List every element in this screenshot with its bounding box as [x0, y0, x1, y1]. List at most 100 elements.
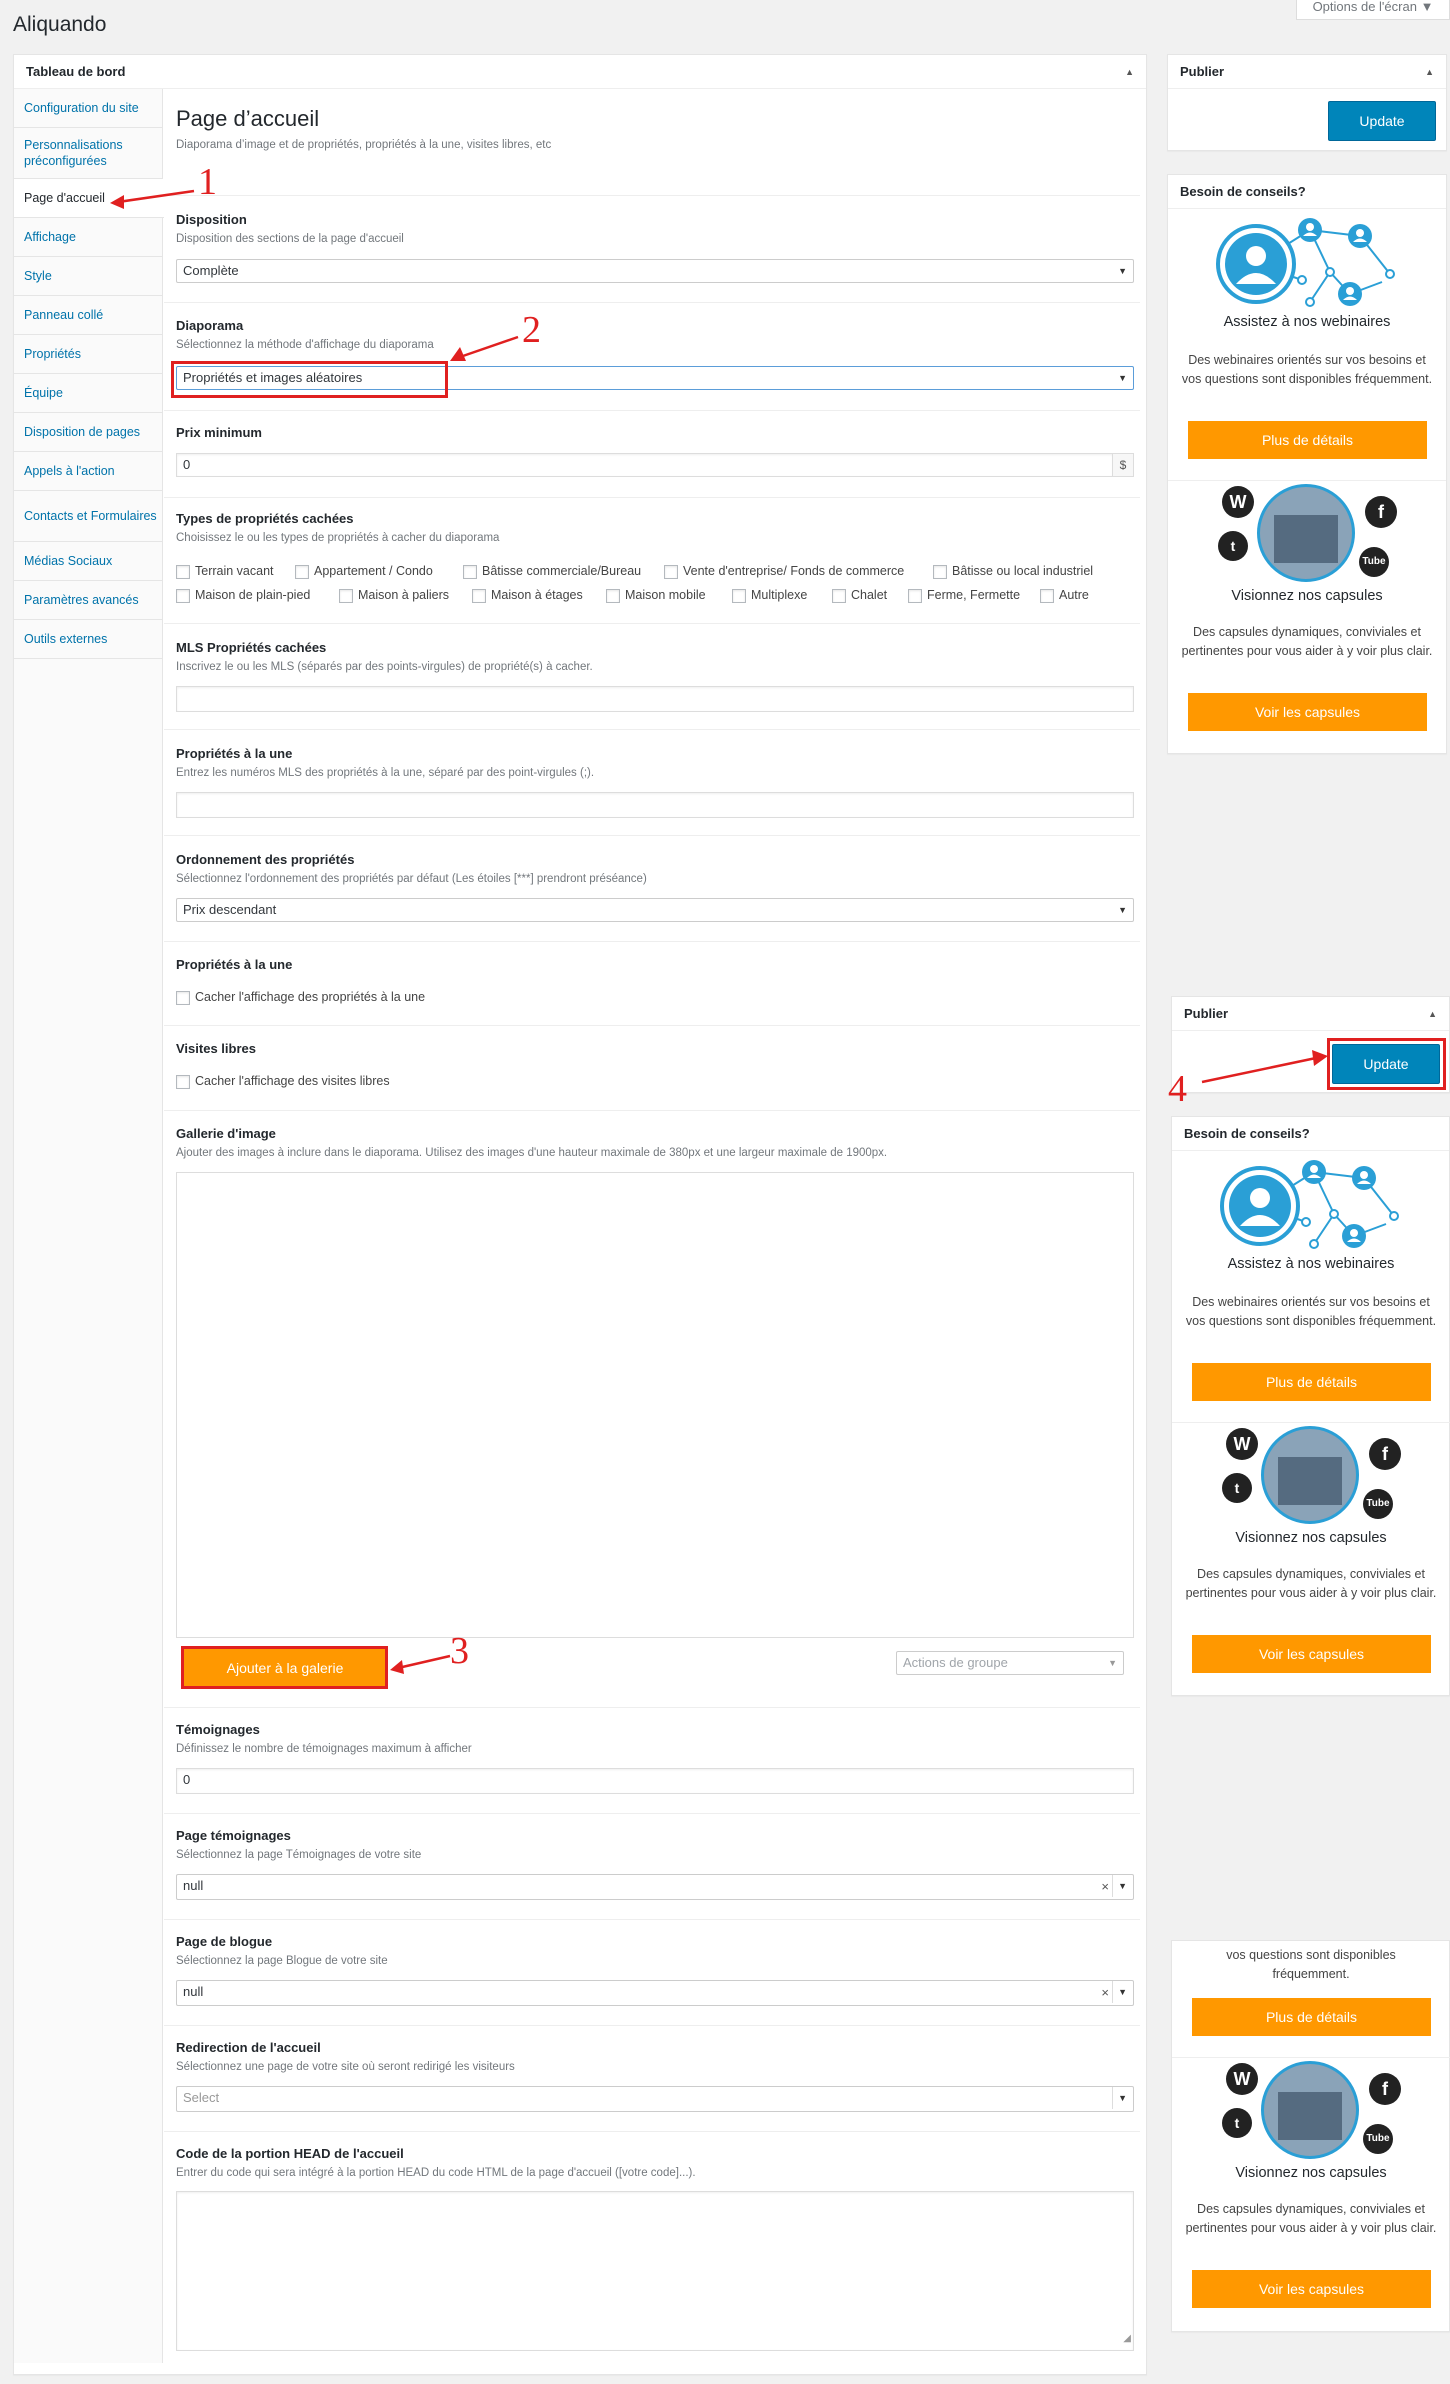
- type-checkbox[interactable]: Maison à étages: [472, 587, 583, 603]
- nav-item-configuration[interactable]: Configuration du site: [14, 89, 163, 128]
- nav-item-contacts[interactable]: Contacts et Formulaires: [14, 491, 163, 542]
- bulk-actions-select[interactable]: Actions de groupe ▼: [896, 1651, 1124, 1675]
- webinar-details-button[interactable]: Plus de détails: [1188, 421, 1427, 459]
- checkbox-box[interactable]: [606, 588, 620, 603]
- checkbox-box[interactable]: [664, 564, 678, 579]
- type-checkbox[interactable]: Appartement / Condo: [295, 563, 433, 579]
- screen-options-button[interactable]: Options de l'écran ▼: [1296, 0, 1450, 20]
- nav-item-panneau-colle[interactable]: Panneau collé: [14, 296, 163, 335]
- type-checkbox[interactable]: Bâtisse ou local industriel: [933, 563, 1093, 579]
- resize-handle-icon[interactable]: ◢: [1123, 2328, 1131, 2350]
- une-input[interactable]: [176, 792, 1134, 818]
- facebook-icon[interactable]: f: [1369, 2073, 1401, 2105]
- ordre-select[interactable]: Prix descendant ▼: [176, 898, 1134, 922]
- collapse-arrow-icon[interactable]: ▲: [1425, 55, 1434, 89]
- temoignages-input[interactable]: 0: [176, 1768, 1134, 1794]
- nav-item-equipe[interactable]: Équipe: [14, 374, 163, 413]
- nav-label: Disposition de pages: [24, 425, 141, 439]
- divider: [164, 1025, 1140, 1026]
- video-capsules-label: Voir les capsules: [1254, 704, 1361, 720]
- nav-item-personnalisations[interactable]: Personnalisations préconfigurées: [14, 128, 163, 179]
- divider: [1172, 2057, 1450, 2058]
- checkbox-box[interactable]: [339, 588, 353, 603]
- nav-label: Paramètres avancés: [24, 593, 139, 607]
- mls-label: MLS Propriétés cachées: [176, 640, 327, 655]
- checkbox-box[interactable]: [176, 1074, 190, 1089]
- main-panel-header[interactable]: Tableau de bord ▲: [14, 55, 1146, 89]
- wordpress-icon[interactable]: W: [1226, 1428, 1258, 1460]
- page-temoignages-select[interactable]: null × ▼: [176, 1874, 1134, 1900]
- webinar-details-button[interactable]: Plus de détails: [1192, 1998, 1431, 2036]
- type-checkbox[interactable]: Vente d'entreprise/ Fonds de commerce: [664, 563, 904, 579]
- page-blogue-select[interactable]: null × ▼: [176, 1980, 1134, 2006]
- nav-item-outils-externes[interactable]: Outils externes: [14, 620, 163, 659]
- type-checkbox[interactable]: Autre: [1040, 587, 1089, 603]
- twitter-icon[interactable]: t: [1222, 2108, 1252, 2138]
- divider: [164, 729, 1140, 730]
- gallery-dropzone[interactable]: [176, 1172, 1134, 1638]
- type-checkbox[interactable]: Multiplexe: [732, 587, 807, 603]
- nav-item-disposition-pages[interactable]: Disposition de pages: [14, 413, 163, 452]
- visites-label: Visites libres: [176, 1041, 256, 1056]
- type-checkbox[interactable]: Maison à paliers: [339, 587, 449, 603]
- twitter-icon[interactable]: t: [1218, 531, 1248, 561]
- head-code-textarea[interactable]: ◢: [176, 2191, 1134, 2351]
- nav-item-parametres-avances[interactable]: Paramètres avancés: [14, 581, 163, 620]
- video-thumbnail: [1261, 1426, 1359, 1524]
- checkbox-box[interactable]: [176, 990, 190, 1005]
- divider: [164, 1707, 1140, 1708]
- nav-item-medias-sociaux[interactable]: Médias Sociaux: [14, 542, 163, 581]
- disposition-select[interactable]: Complète ▼: [176, 259, 1134, 283]
- hide-openhouse-checkbox[interactable]: Cacher l'affichage des visites libres: [176, 1073, 390, 1089]
- publish-header[interactable]: Publier ▲: [1168, 55, 1446, 89]
- video-thumb-inner: [1278, 1457, 1342, 1505]
- nav-item-affichage[interactable]: Affichage: [14, 218, 163, 257]
- publish-header[interactable]: Publier ▲: [1172, 997, 1449, 1031]
- nav-item-appels-action[interactable]: Appels à l'action: [14, 452, 163, 491]
- screen-options-label: Options de l'écran: [1312, 0, 1417, 14]
- update-button[interactable]: Update: [1328, 101, 1436, 141]
- checkbox-box[interactable]: [295, 564, 309, 579]
- facebook-icon[interactable]: f: [1365, 496, 1397, 528]
- youtube-icon[interactable]: Tube: [1359, 547, 1389, 577]
- collapse-arrow-icon[interactable]: ▲: [1125, 55, 1134, 89]
- main-panel-title: Tableau de bord: [26, 64, 126, 79]
- checkbox-box[interactable]: [832, 588, 846, 603]
- redirection-select[interactable]: Select ▼: [176, 2086, 1134, 2112]
- nav-item-proprietes[interactable]: Propriétés: [14, 335, 163, 374]
- hide-featured-checkbox[interactable]: Cacher l'affichage des propriétés à la u…: [176, 989, 425, 1005]
- type-checkbox[interactable]: Bâtisse commerciale/Bureau: [463, 563, 641, 579]
- type-checkbox[interactable]: Chalet: [832, 587, 887, 603]
- facebook-icon[interactable]: f: [1369, 1438, 1401, 1470]
- checkbox-box[interactable]: [463, 564, 477, 579]
- nav-item-style[interactable]: Style: [14, 257, 163, 296]
- webinar-details-button[interactable]: Plus de détails: [1192, 1363, 1431, 1401]
- mls-input[interactable]: [176, 686, 1134, 712]
- wordpress-icon[interactable]: W: [1222, 486, 1254, 518]
- annotation-box-3: [181, 1646, 388, 1689]
- video-thumbnail: [1257, 484, 1355, 582]
- wordpress-icon[interactable]: W: [1226, 2063, 1258, 2095]
- video-capsules-button[interactable]: Voir les capsules: [1192, 2270, 1431, 2308]
- checkbox-box[interactable]: [933, 564, 947, 579]
- type-checkbox[interactable]: Maison mobile: [606, 587, 706, 603]
- checkbox-box[interactable]: [472, 588, 486, 603]
- youtube-icon[interactable]: Tube: [1363, 1489, 1393, 1519]
- youtube-icon[interactable]: Tube: [1363, 2124, 1393, 2154]
- clear-icon[interactable]: ×: [1101, 1876, 1109, 1898]
- type-checkbox[interactable]: Maison de plain-pied: [176, 587, 310, 603]
- type-checkbox[interactable]: Terrain vacant: [176, 563, 274, 579]
- type-checkbox[interactable]: Ferme, Fermette: [908, 587, 1020, 603]
- checkbox-box[interactable]: [176, 564, 190, 579]
- collapse-arrow-icon[interactable]: ▲: [1428, 997, 1437, 1031]
- prix-minimum-input[interactable]: 0: [176, 453, 1114, 477]
- checkbox-box[interactable]: [176, 588, 190, 603]
- checkbox-box[interactable]: [1040, 588, 1054, 603]
- video-capsules-button[interactable]: Voir les capsules: [1188, 693, 1427, 731]
- clear-icon[interactable]: ×: [1101, 1982, 1109, 2004]
- temoignages-desc: Définissez le nombre de témoignages maxi…: [176, 1743, 472, 1755]
- checkbox-box[interactable]: [732, 588, 746, 603]
- checkbox-box[interactable]: [908, 588, 922, 603]
- video-capsules-button[interactable]: Voir les capsules: [1192, 1635, 1431, 1673]
- twitter-icon[interactable]: t: [1222, 1473, 1252, 1503]
